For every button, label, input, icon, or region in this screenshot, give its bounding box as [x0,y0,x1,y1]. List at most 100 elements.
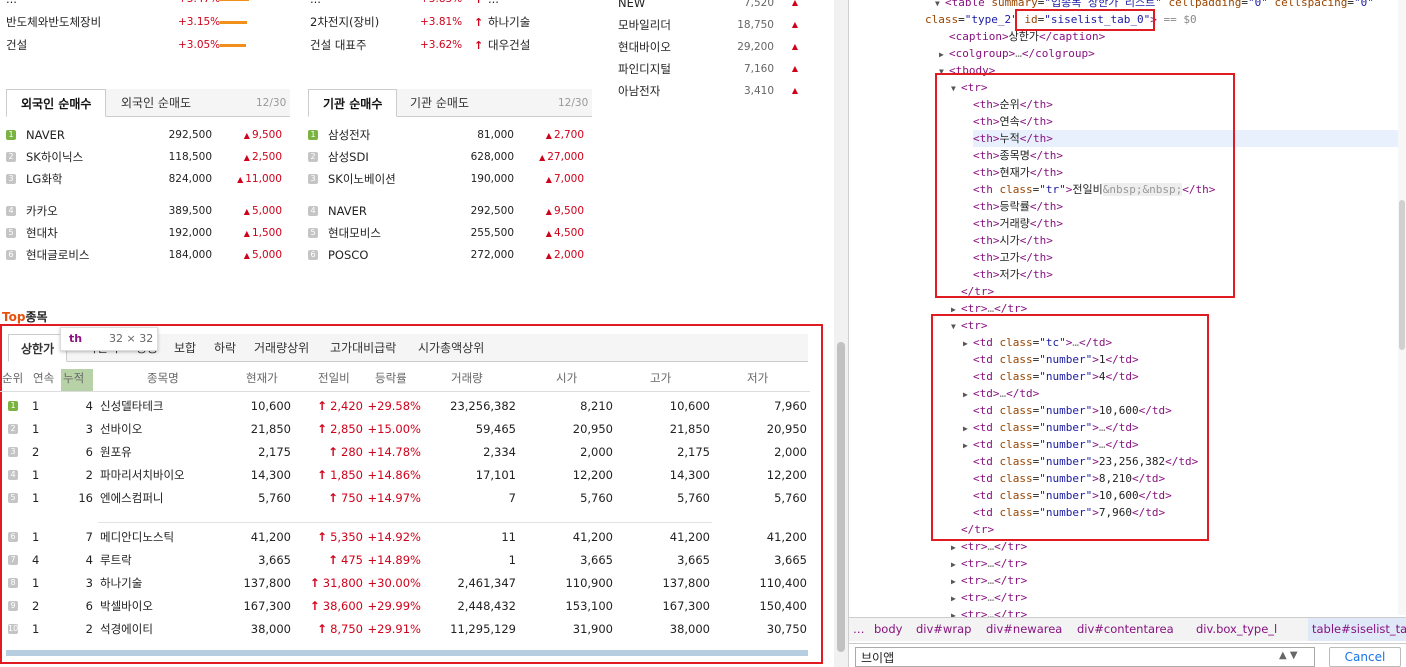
investor-stock-name[interactable]: POSCO [328,244,368,266]
new-listing-name[interactable]: 아남전자 [618,80,660,102]
rise-name[interactable]: 건설 [6,34,27,57]
theme-row[interactable]: ... +3.83% ↑... [310,0,594,11]
dom-tr-collapsed[interactable]: ▶ <tr>…</tr> [951,572,1027,589]
new-listing-name[interactable]: 모바일리더 [618,14,671,36]
tab-top-1[interactable]: 상한가 [8,334,68,362]
investor-row[interactable]: 6 현대글로비스 184,000 ▲ 5,000 [6,244,290,266]
new-listing-row[interactable]: NEW 7,520 ▲ [614,0,806,14]
column-header-10[interactable]: 고가 [650,366,671,390]
cell-name[interactable]: 박셀바이오 [100,595,230,618]
investor-stock-name[interactable]: 삼성SDI [328,146,369,168]
new-listing-name[interactable]: NEW [618,0,645,14]
column-header-1[interactable]: 순위 [2,366,23,390]
devtools-scrollbar[interactable] [1398,0,1406,615]
column-header-7[interactable]: 등락률 [375,366,407,390]
cell-name[interactable]: 루트락 [100,549,230,572]
table-row[interactable]: 7 4 4 루트락 3,665 ↑ 475 +14.89% 1 3,665 3,665 3,665 [0,549,810,572]
table-row[interactable]: 9 2 6 박셀바이오 167,300 ↑ 38,600 +29.99% 2,448,432 15… [0,595,810,618]
investor-row[interactable]: 2 SK하이닉스 118,500 ▲ 2,500 [6,146,290,168]
rise-row[interactable]: 건설 +3.05% [6,34,290,57]
new-listing-name[interactable]: 파인디지털 [618,58,671,80]
dom-colgroup[interactable]: ▶ <colgroup>…</colgroup> [939,45,1095,62]
cell-name[interactable]: 엔에스컴퍼니 [100,487,230,510]
investor-stock-name[interactable]: 카카오 [26,200,58,222]
dom-tr-collapsed[interactable]: ▶ <tr>…</tr> [951,555,1027,572]
investor-stock-name[interactable]: NAVER [26,124,65,146]
investor-row[interactable]: 4 NAVER 292,500 ▲ 9,500 [308,200,592,222]
cell-name[interactable]: 석경에이티 [100,618,230,641]
investor-row[interactable]: 3 LG화학 824,000 ▲ 11,000 [6,168,290,190]
investor-stock-name[interactable]: SK이노베이션 [328,168,396,190]
tab-institution-buy[interactable]: 기관 순매수 [308,89,398,117]
breadcrumb-item[interactable]: table#siselist_tab_0.type_2 [1308,618,1406,641]
column-header-2[interactable]: 연속 [33,366,54,390]
theme-leader[interactable]: ... [488,0,499,11]
tab-institution-sell[interactable]: 기관 순매도 [410,89,469,117]
page-scroll-thumb[interactable] [837,342,845,652]
investor-stock-name[interactable]: 현대차 [26,222,58,244]
breadcrumb-item[interactable]: div#wrap [916,618,971,641]
rise-name[interactable]: ... [6,0,17,11]
investor-stock-name[interactable]: 현대글로비스 [26,244,89,266]
investor-row[interactable]: 4 카카오 389,500 ▲ 5,000 [6,200,290,222]
breadcrumb-item[interactable]: div#newarea [986,618,1062,641]
investor-row[interactable]: 5 현대모비스 255,500 ▲ 4,500 [308,222,592,244]
cell-name[interactable]: 원포유 [100,441,230,464]
breadcrumb-item[interactable]: div.box_type_l [1196,618,1277,641]
rise-row[interactable]: 반도체와반도체장비 +3.15% [6,11,290,34]
tab-foreign-buy[interactable]: 외국인 순매수 [6,89,107,117]
dom-tr-collapsed[interactable]: ▶ <tr>…</tr> [951,589,1027,606]
theme-leader[interactable]: 대우건설 [488,34,530,57]
column-header-8[interactable]: 거래량 [451,366,483,390]
table-row[interactable]: 10 1 2 석경에이티 38,000 ↑ 8,750 +29.91% 11,295,129 31… [0,618,810,641]
column-header-11[interactable]: 저가 [747,366,768,390]
tab-top-8[interactable]: 시가총액상위 [418,334,484,362]
tab-top-6[interactable]: 거래량상위 [254,334,309,362]
cell-name[interactable]: 하나기술 [100,572,230,595]
theme-row[interactable]: 건설 대표주 +3.62% ↑ 대우건설 [310,34,594,57]
new-listing-row[interactable]: 파인디지털 7,160 ▲ [614,58,806,80]
column-header-4[interactable]: 종목명 [147,366,179,390]
cell-name[interactable]: 메디안디노스틱 [100,526,230,549]
theme-row[interactable]: 2차전지(장비) +3.81% ↑ 하나기술 [310,11,594,34]
investor-row[interactable]: 1 삼성전자 81,000 ▲ 2,700 [308,124,592,146]
tab-top-5[interactable]: 하락 [214,334,236,362]
devtools-search-input[interactable]: 브이앱 [855,647,1315,667]
cell-name[interactable]: 파마리서치바이오 [100,464,230,487]
tab-foreign-sell[interactable]: 외국인 순매도 [121,89,191,117]
investor-stock-name[interactable]: LG화학 [26,168,62,190]
cell-name[interactable]: 선바이오 [100,418,230,441]
investor-row[interactable]: 2 삼성SDI 628,000 ▲ 27,000 [308,146,592,168]
theme-name[interactable]: ... [310,0,321,11]
column-header-5[interactable]: 현재가 [246,366,278,390]
theme-leader[interactable]: 하나기술 [488,11,530,34]
investor-row[interactable]: 6 POSCO 272,000 ▲ 2,000 [308,244,592,266]
new-listing-row[interactable]: 모바일리더 18,750 ▲ [614,14,806,36]
investor-stock-name[interactable]: SK하이닉스 [26,146,83,168]
investor-stock-name[interactable]: 현대모비스 [328,222,381,244]
table-row[interactable]: 4 1 2 파마리서치바이오 14,300 ↑ 1,850 +14.86% 17,101 12,2… [0,464,810,487]
theme-name[interactable]: 건설 대표주 [310,34,367,57]
investor-stock-name[interactable]: 삼성전자 [328,124,370,146]
tab-top-7[interactable]: 고가대비급락 [330,334,396,362]
rise-row[interactable]: ... +3.47% [6,0,290,11]
table-row[interactable]: 2 1 3 선바이오 21,850 ↑ 2,850 +15.00% 59,465 20,950 21… [0,418,810,441]
breadcrumb-item[interactable]: … [853,618,865,641]
new-listing-row[interactable]: 현대바이오 29,200 ▲ [614,36,806,58]
tab-top-4[interactable]: 보합 [174,334,196,362]
table-row[interactable]: 1 1 4 신성델타테크 10,600 ↑ 2,420 +29.58% 23,256,382 8,… [0,395,810,418]
table-row[interactable]: 6 1 7 메디안디노스틱 41,200 ↑ 5,350 +14.92% 11 41,200 41,… [0,526,810,549]
search-cancel-button[interactable]: Cancel [1329,647,1401,667]
theme-name[interactable]: 2차전지(장비) [310,11,379,34]
investor-row[interactable]: 3 SK이노베이션 190,000 ▲ 7,000 [308,168,592,190]
table-row[interactable]: 3 2 6 원포유 2,175 ↑ 280 +14.78% 2,334 2,000 2,175 2,0… [0,441,810,464]
devtools-scroll-thumb[interactable] [1399,200,1405,350]
investor-row[interactable]: 1 NAVER 292,500 ▲ 9,500 [6,124,290,146]
new-listing-name[interactable]: 현대바이오 [618,36,671,58]
table-row[interactable]: 5 1 16 엔에스컴퍼니 5,760 ↑ 750 +14.97% 7 5,760 5,760 5,7… [0,487,810,510]
investor-stock-name[interactable]: NAVER [328,200,367,222]
new-listing-row[interactable]: 아남전자 3,410 ▲ [614,80,806,102]
table-row[interactable]: 8 1 3 하나기술 137,800 ↑ 31,800 +30.00% 2,461,347 110… [0,572,810,595]
breadcrumb-item[interactable]: div#contentarea [1077,618,1174,641]
column-header-3[interactable]: 누적 [63,366,84,390]
